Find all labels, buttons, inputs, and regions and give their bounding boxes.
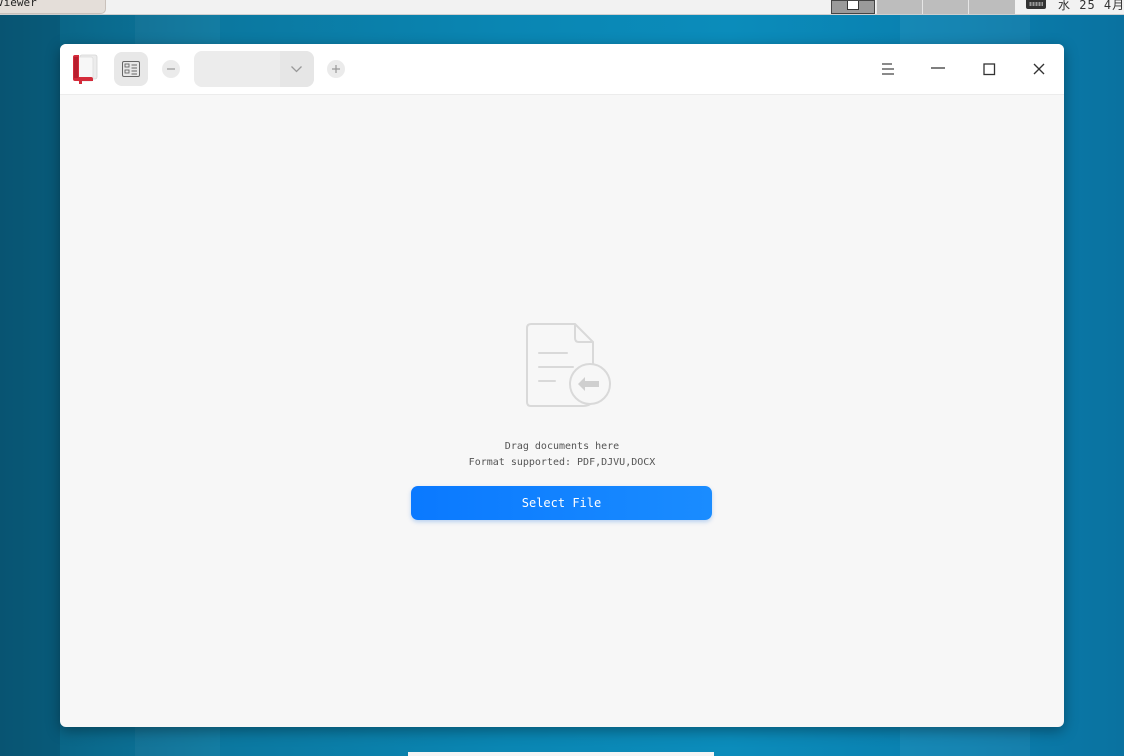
workspace-1[interactable] [831,0,875,14]
taskbar-item-label: Viewer [0,0,37,9]
minimize-button[interactable] [926,57,950,81]
drag-hint-text: Drag documents here [504,441,620,452]
zoom-dropdown[interactable] [194,51,314,87]
keyboard-icon[interactable] [1026,0,1046,9]
document-viewer-window: Drag documents here Format supported: PD… [60,44,1064,727]
workspace-3[interactable] [922,0,968,14]
close-button[interactable] [1027,57,1051,81]
top-panel: Viewer 水 25 4月 [0,0,1124,15]
taskbar-item-viewer[interactable]: Viewer [0,0,106,14]
main-menu-button[interactable] [876,57,900,81]
maximize-icon [983,63,996,76]
workspace-4[interactable] [968,0,1015,14]
close-icon [1033,63,1045,75]
panel-clock[interactable]: 水 25 4月 [1058,0,1124,13]
minimize-icon [931,67,945,69]
thumbnails-icon [122,61,140,77]
chevron-down-icon [291,66,302,73]
workspace-window-preview [847,1,859,10]
zoom-in-button[interactable] [327,60,345,78]
document-import-icon [523,320,617,414]
workspace-2[interactable] [876,0,922,14]
titlebar [60,44,1064,95]
select-file-button[interactable]: Select File [411,486,712,520]
zoom-dropdown-toggle[interactable] [280,51,314,87]
document-viewer-logo-icon [71,53,101,85]
minus-icon [167,68,175,70]
desktop-band [0,0,60,756]
zoom-out-button[interactable] [162,60,180,78]
thumbnails-button[interactable] [114,52,148,86]
dock-edge[interactable] [408,752,714,756]
plus-icon [332,65,340,73]
maximize-button[interactable] [977,57,1001,81]
supported-formats-text: Format supported: PDF,DJVU,DOCX [468,457,656,468]
menu-icon [882,63,894,75]
